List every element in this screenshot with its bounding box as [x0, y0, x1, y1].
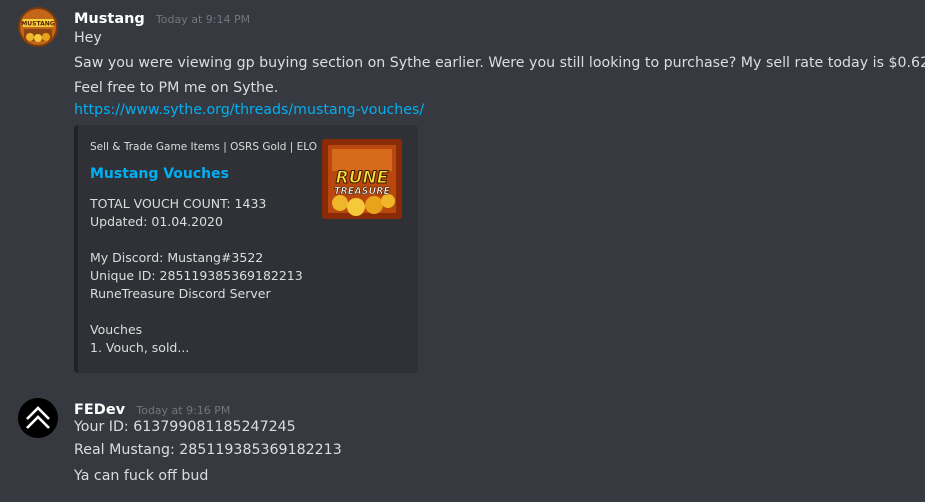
embed-title-link[interactable]: Mustang Vouches	[90, 166, 229, 182]
message-text: Ya can fuck off bud	[74, 468, 209, 484]
avatar[interactable]	[18, 398, 58, 438]
message-text: Hey	[74, 30, 102, 46]
embed-description-line: Vouches	[90, 322, 143, 337]
double-chevron-up-icon	[18, 398, 58, 438]
embed-provider: Sell & Trade Game Items | OSRS Gold | EL…	[90, 141, 318, 153]
timestamp: Today at 9:16 PM	[136, 404, 231, 417]
svg-text:MUSTANG: MUSTANG	[21, 21, 54, 28]
message-text: Your ID: 613799081185247245	[74, 419, 296, 435]
embed-description-line: Updated: 01.04.2020	[90, 214, 223, 229]
message-text: Feel free to PM me on Sythe.	[74, 80, 279, 96]
link-embed: Sell & Trade Game Items | OSRS Gold | EL…	[74, 125, 418, 373]
thumbnail-title-rune: RUNE	[336, 168, 389, 188]
username[interactable]: Mustang	[74, 11, 145, 27]
avatar[interactable]: MUSTANG	[18, 7, 58, 47]
timestamp: Today at 9:14 PM	[155, 13, 251, 26]
message-link[interactable]: https://www.sythe.org/threads/mustang-vo…	[74, 102, 424, 118]
embed-description-line: Unique ID: 285119385369182213	[90, 268, 303, 283]
embed-description-line: RuneTreasure Discord Server	[90, 286, 271, 301]
embed-description-line: 1. Vouch, sold...	[90, 340, 190, 355]
embed-description-line: My Discord: Mustang#3522	[90, 250, 264, 265]
username[interactable]: FEDev	[74, 402, 125, 418]
message-text: Real Mustang: 285119385369182213	[74, 442, 342, 458]
rune-treasure-thumbnail-icon: RUNE TREASURE	[322, 139, 402, 219]
rune-treasure-logo-icon: MUSTANG	[18, 7, 58, 47]
message-text: Saw you were viewing gp buying section o…	[74, 55, 925, 71]
embed-description-line: TOTAL VOUCH COUNT: 1433	[90, 196, 267, 211]
thumbnail-title-treasure: TREASURE	[334, 186, 391, 197]
embed-thumbnail[interactable]: RUNE TREASURE	[322, 139, 402, 219]
